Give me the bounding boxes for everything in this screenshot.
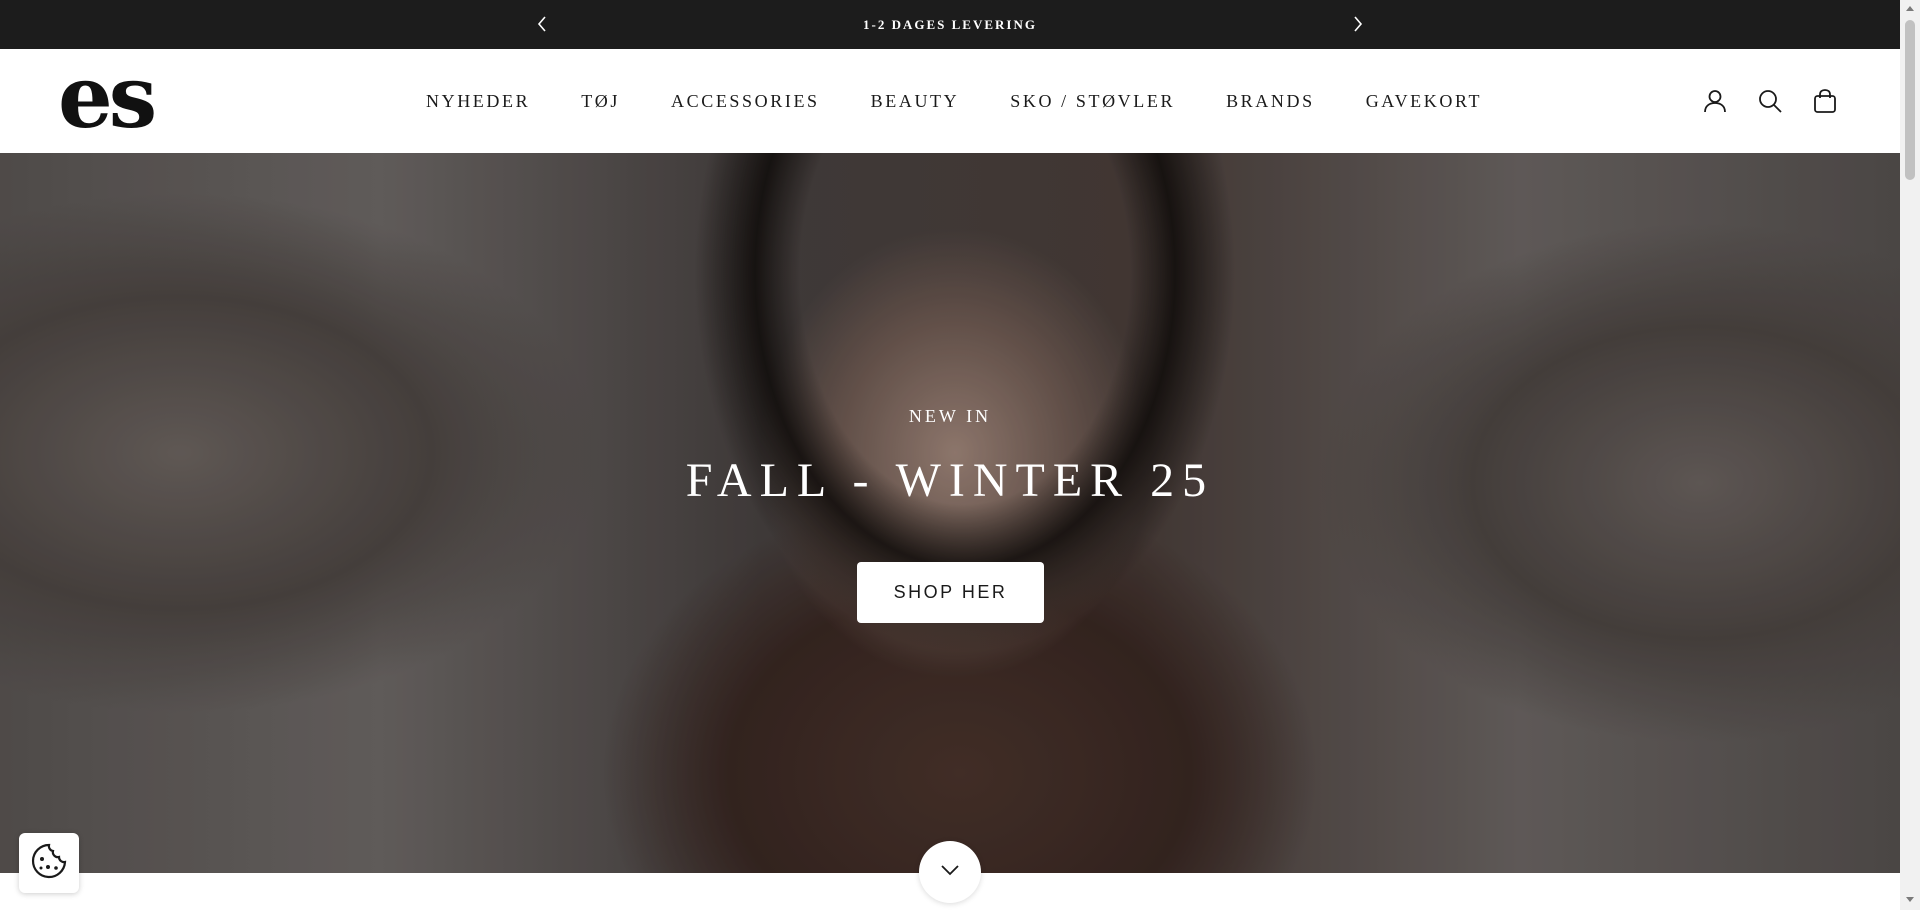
nav-item-gavekort[interactable]: GAVEKORT <box>1366 91 1482 112</box>
logo[interactable]: es <box>58 53 157 143</box>
header-actions <box>1702 49 1838 153</box>
nav-item-beauty[interactable]: BEAUTY <box>871 91 960 112</box>
nav-item-nyheder[interactable]: NYHEDER <box>426 91 530 112</box>
chevron-right-icon[interactable] <box>1346 12 1370 36</box>
nav-item-accessories[interactable]: ACCESSORIES <box>671 91 820 112</box>
nav-item-toj[interactable]: TØJ <box>581 91 620 112</box>
hero-title: FALL - WINTER 25 <box>685 454 1215 507</box>
cookie-settings-button[interactable] <box>19 833 79 893</box>
chevron-down-icon <box>940 863 960 881</box>
nav-item-sko-stovler[interactable]: SKO / STØVLER <box>1010 91 1175 112</box>
shop-her-button[interactable]: SHOP HER <box>857 562 1044 623</box>
hero-content: NEW IN FALL - WINTER 25 SHOP HER <box>0 153 1900 873</box>
nav-item-brands[interactable]: BRANDS <box>1226 91 1315 112</box>
announcement-bar: 1-2 DAGES LEVERING <box>0 0 1900 49</box>
scroll-up-arrow-icon[interactable] <box>1904 4 1916 14</box>
announcement-message: 1-2 DAGES LEVERING <box>863 16 1037 32</box>
account-icon[interactable] <box>1702 88 1728 114</box>
main-nav: NYHEDER TØJ ACCESSORIES BEAUTY SKO / STØ… <box>426 49 1482 153</box>
scroll-down-button[interactable] <box>919 841 981 903</box>
scroll-down-arrow-icon[interactable] <box>1904 896 1916 906</box>
hero-banner: NEW IN FALL - WINTER 25 SHOP HER <box>0 153 1900 873</box>
hero-eyebrow: NEW IN <box>908 406 992 426</box>
scrollbar[interactable] <box>1900 0 1920 910</box>
cart-icon[interactable] <box>1812 88 1838 114</box>
scrollbar-thumb[interactable] <box>1905 20 1915 180</box>
cookie-icon <box>30 842 68 885</box>
search-icon[interactable] <box>1757 88 1783 114</box>
site-header: es NYHEDER TØJ ACCESSORIES BEAUTY SKO / … <box>0 49 1900 154</box>
